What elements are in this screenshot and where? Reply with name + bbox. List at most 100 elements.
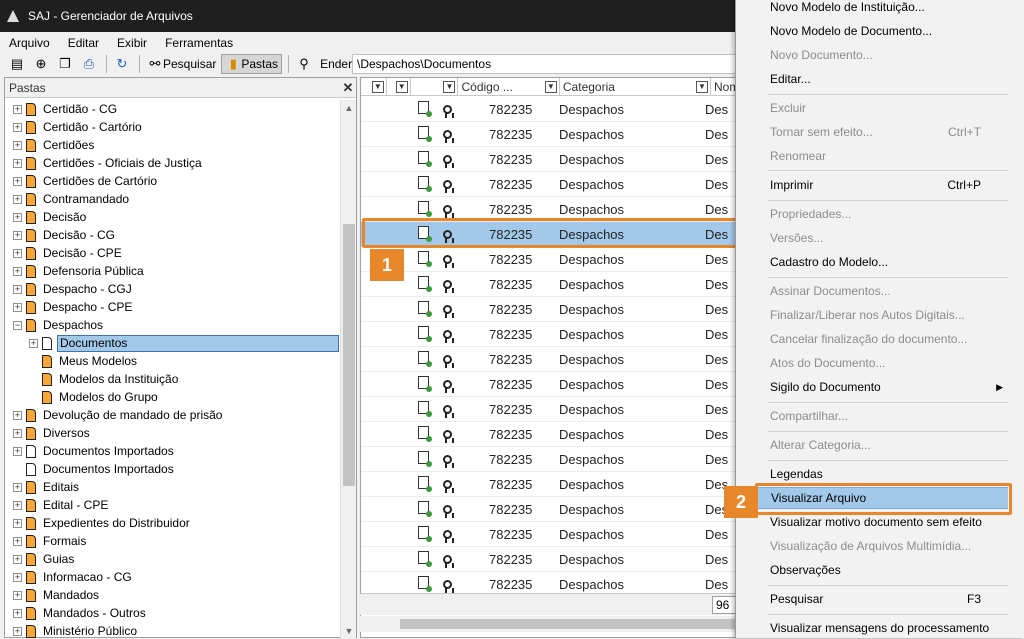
- tree-node[interactable]: + Despacho - CPE: [5, 298, 341, 316]
- pin-button[interactable]: ⚲: [293, 54, 315, 74]
- context-menu-scrollbar[interactable]: [1008, 0, 1024, 638]
- table-row[interactable]: 782235 Despachos Des: [361, 447, 741, 472]
- table-row[interactable]: 782235 Despachos Des: [361, 322, 741, 347]
- scroll-down-icon[interactable]: ▼: [341, 623, 357, 639]
- expand-icon[interactable]: +: [13, 482, 22, 492]
- scroll-thumb[interactable]: [400, 619, 735, 629]
- menu-exibir[interactable]: Exibir: [114, 36, 150, 50]
- context-menu-item[interactable]: Cadastro do Modelo...: [736, 251, 1024, 273]
- expand-icon[interactable]: +: [13, 428, 22, 438]
- scroll-up-icon[interactable]: ▲: [341, 100, 357, 116]
- table-row[interactable]: 782235 Despachos Des: [361, 97, 741, 122]
- expand-icon[interactable]: +: [13, 176, 22, 186]
- context-menu-item[interactable]: Novo Modelo de Documento...: [736, 20, 1024, 42]
- column-header-select[interactable]: ▼: [361, 78, 387, 96]
- grid-horizontal-scrollbar[interactable]: [360, 616, 740, 632]
- menu-arquivo[interactable]: Arquivo: [6, 36, 53, 50]
- expand-icon[interactable]: +: [13, 302, 22, 312]
- table-row[interactable]: 782235 Despachos Des: [361, 172, 741, 197]
- tree-node[interactable]: − Despachos: [5, 316, 341, 334]
- tree-node[interactable]: + Formais: [5, 532, 341, 550]
- context-menu-item[interactable]: Legendas: [736, 463, 1024, 485]
- tree-node[interactable]: + Certidões de Cartório: [5, 172, 341, 190]
- tree-scrollbar[interactable]: ▲ ▼: [340, 100, 356, 639]
- tree-node[interactable]: + Mandados - Outros: [5, 604, 341, 622]
- tree-node[interactable]: + Despacho - CGJ: [5, 280, 341, 298]
- expand-icon[interactable]: +: [13, 284, 22, 294]
- expand-icon[interactable]: +: [13, 518, 22, 528]
- column-header-status[interactable]: ▼: [411, 78, 459, 96]
- close-icon[interactable]: ✕: [340, 80, 356, 96]
- new-folder-button[interactable]: ▤: [6, 54, 28, 74]
- chevron-down-icon[interactable]: ▼: [371, 81, 384, 93]
- expand-icon[interactable]: +: [13, 626, 22, 636]
- tree-node[interactable]: + Expedientes do Distribuidor: [5, 514, 341, 532]
- search-button[interactable]: ⚯ Pesquisar: [144, 54, 219, 74]
- context-menu-item[interactable]: Observações: [736, 559, 1024, 581]
- tree-node[interactable]: + Decisão - CPE: [5, 244, 341, 262]
- tree-node[interactable]: + Contramandado: [5, 190, 341, 208]
- context-menu-item[interactable]: Pesquisar F3: [736, 588, 1024, 610]
- tree-node[interactable]: + Certidões - Oficiais de Justiça: [5, 154, 341, 172]
- column-header-type[interactable]: ▼: [387, 78, 411, 96]
- chevron-down-icon[interactable]: ▼: [443, 81, 456, 93]
- tree-node[interactable]: Modelos da Instituição: [5, 370, 341, 388]
- print-button[interactable]: ⎙: [78, 54, 100, 74]
- tree-node[interactable]: + Edital - CPE: [5, 496, 341, 514]
- expand-icon[interactable]: +: [13, 122, 22, 132]
- tree-node[interactable]: + Documentos: [5, 334, 341, 352]
- table-row[interactable]: 782235 Despachos Des: [361, 247, 741, 272]
- tree-node[interactable]: + Diversos: [5, 424, 341, 442]
- expand-icon[interactable]: +: [13, 554, 22, 564]
- table-row[interactable]: 782235 Despachos Des: [361, 522, 741, 547]
- tree-node[interactable]: + Certidão - Cartório: [5, 118, 341, 136]
- scroll-thumb[interactable]: [343, 224, 355, 486]
- expand-icon[interactable]: +: [13, 608, 22, 618]
- chevron-down-icon[interactable]: ▼: [696, 81, 708, 93]
- tree-node[interactable]: Modelos do Grupo: [5, 388, 341, 406]
- collapse-icon[interactable]: −: [13, 320, 22, 330]
- expand-icon[interactable]: +: [13, 572, 22, 582]
- expand-icon[interactable]: +: [13, 590, 22, 600]
- context-menu-item[interactable]: Sigilo do Documento ▶: [736, 376, 1024, 398]
- table-row[interactable]: 782235 Despachos Des: [361, 497, 741, 522]
- tree-node[interactable]: + Decisão - CG: [5, 226, 341, 244]
- chevron-down-icon[interactable]: ▼: [395, 81, 408, 93]
- column-header-code[interactable]: Código ... ▼: [458, 78, 560, 96]
- tree-node[interactable]: Meus Modelos: [5, 352, 341, 370]
- tree-node[interactable]: + Ministério Público: [5, 622, 341, 639]
- context-menu-item[interactable]: Visualizar mensagens do processamento: [736, 617, 1024, 639]
- context-menu-item[interactable]: Imprimir Ctrl+P: [736, 174, 1024, 196]
- tree-node[interactable]: + Documentos Importados: [5, 442, 341, 460]
- table-row[interactable]: 782235 Despachos Des: [361, 397, 741, 422]
- table-row[interactable]: 782235 Despachos Des: [361, 347, 741, 372]
- menu-ferramentas[interactable]: Ferramentas: [162, 36, 236, 50]
- refresh-button[interactable]: ↻: [111, 54, 133, 74]
- table-row[interactable]: 782235 Despachos Des: [361, 372, 741, 397]
- expand-icon[interactable]: +: [13, 230, 22, 240]
- expand-icon[interactable]: +: [13, 248, 22, 258]
- tree-node[interactable]: + Certidão - CG: [5, 100, 341, 118]
- folders-button[interactable]: ▮ Pastas: [221, 54, 283, 74]
- column-header-category[interactable]: Categoria ▼: [560, 78, 711, 96]
- expand-icon[interactable]: +: [13, 194, 22, 204]
- table-row[interactable]: 782235 Despachos Des: [361, 297, 741, 322]
- chevron-down-icon[interactable]: ▼: [544, 81, 557, 93]
- tree-node[interactable]: + Mandados: [5, 586, 341, 604]
- context-menu-item[interactable]: Novo Modelo de Instituição...: [736, 0, 1024, 18]
- tree-node[interactable]: + Certidões: [5, 136, 341, 154]
- expand-icon[interactable]: +: [13, 140, 22, 150]
- expand-icon[interactable]: +: [13, 104, 22, 114]
- table-row[interactable]: 782235 Despachos Des: [361, 147, 741, 172]
- expand-icon[interactable]: +: [13, 410, 22, 420]
- tree-node[interactable]: + Defensoria Pública: [5, 262, 341, 280]
- context-menu-item[interactable]: Editar...: [736, 68, 1024, 90]
- table-row[interactable]: 782235 Despachos Des: [361, 272, 741, 297]
- menu-editar[interactable]: Editar: [65, 36, 102, 50]
- table-row[interactable]: 782235 Despachos Des: [361, 122, 741, 147]
- expand-icon[interactable]: +: [13, 536, 22, 546]
- expand-icon[interactable]: +: [13, 446, 22, 456]
- expand-icon[interactable]: +: [13, 266, 22, 276]
- expand-icon[interactable]: +: [13, 212, 22, 222]
- expand-icon[interactable]: +: [13, 500, 22, 510]
